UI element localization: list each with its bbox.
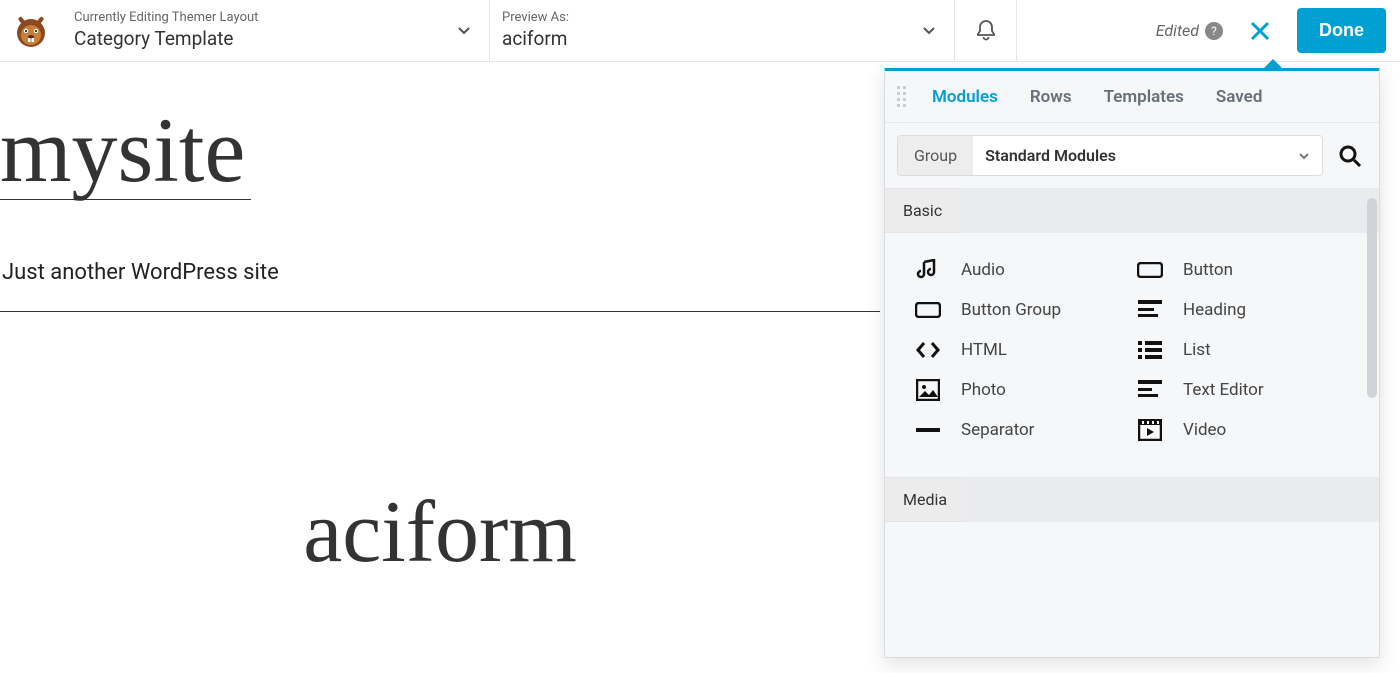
panel-scroll-area: Basic Audio Button Button Group Heading	[885, 188, 1379, 657]
module-label: Video	[1183, 420, 1226, 440]
divider	[0, 311, 880, 312]
module-label: Text Editor	[1183, 380, 1264, 400]
list-icon	[1137, 339, 1163, 361]
notifications-button[interactable]	[955, 0, 1017, 61]
search-button[interactable]	[1333, 139, 1367, 173]
module-button-group[interactable]: Button Group	[915, 299, 1127, 321]
section-header-media[interactable]: Media	[885, 477, 965, 522]
text-editor-icon	[1137, 379, 1163, 401]
audio-icon	[915, 259, 941, 281]
edited-status[interactable]: Edited ?	[1156, 21, 1223, 40]
heading-icon	[1137, 299, 1163, 321]
close-button[interactable]	[1241, 16, 1279, 46]
panel-filter-row: Group Standard Modules	[885, 123, 1379, 188]
module-label: Photo	[961, 380, 1006, 400]
module-list[interactable]: List	[1137, 339, 1349, 361]
module-label: Audio	[961, 260, 1005, 280]
chevron-down-icon	[1298, 150, 1310, 162]
preview-canvas: mysite Just another WordPress site acifo…	[0, 62, 1400, 673]
group-label: Group	[898, 136, 973, 175]
module-label: Button Group	[961, 300, 1061, 320]
module-heading[interactable]: Heading	[1137, 299, 1349, 321]
editing-label: Currently Editing Themer Layout	[74, 10, 258, 27]
module-button[interactable]: Button	[1137, 259, 1349, 281]
status-text: Edited	[1156, 21, 1199, 40]
separator-icon	[915, 419, 941, 441]
site-title[interactable]: mysite	[0, 102, 251, 200]
close-icon	[1249, 20, 1271, 42]
module-video[interactable]: Video	[1137, 419, 1349, 441]
tab-rows[interactable]: Rows	[1016, 79, 1086, 115]
preview-as-selector[interactable]: Preview As: aciform	[490, 0, 955, 61]
button-icon	[1137, 259, 1163, 281]
photo-icon	[915, 379, 941, 401]
category-heading: aciform	[0, 482, 880, 583]
drag-handle-icon[interactable]	[897, 86, 906, 107]
scrollbar-thumb[interactable]	[1367, 198, 1377, 398]
content-panel: Modules Rows Templates Saved Group Stand…	[884, 68, 1380, 658]
module-separator[interactable]: Separator	[915, 419, 1127, 441]
search-icon	[1337, 143, 1363, 169]
layout-name: Category Template	[74, 27, 258, 52]
panel-arrow	[1261, 59, 1285, 71]
logo-block	[0, 0, 62, 61]
video-icon	[1137, 419, 1163, 441]
module-text-editor[interactable]: Text Editor	[1137, 379, 1349, 401]
module-label: Button	[1183, 260, 1233, 280]
chevron-down-icon[interactable]	[451, 18, 477, 44]
module-label: Heading	[1183, 300, 1246, 320]
top-toolbar: Currently Editing Themer Layout Category…	[0, 0, 1400, 62]
group-value: Standard Modules	[973, 136, 1322, 175]
preview-label: Preview As:	[502, 10, 569, 27]
module-photo[interactable]: Photo	[915, 379, 1127, 401]
panel-tabs: Modules Rows Templates Saved	[885, 71, 1379, 123]
layout-selector[interactable]: Currently Editing Themer Layout Category…	[62, 0, 490, 61]
preview-value: aciform	[502, 27, 569, 52]
button-group-icon	[915, 299, 941, 321]
tab-modules[interactable]: Modules	[918, 79, 1012, 115]
module-html[interactable]: HTML	[915, 339, 1127, 361]
module-label: Separator	[961, 420, 1034, 440]
done-button[interactable]: Done	[1297, 8, 1386, 53]
group-selected-text: Standard Modules	[985, 146, 1116, 165]
section-header-basic[interactable]: Basic	[885, 188, 960, 233]
help-icon[interactable]: ?	[1205, 22, 1223, 40]
tab-saved[interactable]: Saved	[1202, 79, 1277, 115]
html-icon	[915, 339, 941, 361]
bell-icon	[975, 19, 997, 43]
module-audio[interactable]: Audio	[915, 259, 1127, 281]
module-grid-basic: Audio Button Button Group Heading HTML	[885, 233, 1379, 477]
chevron-down-icon[interactable]	[916, 18, 942, 44]
tab-templates[interactable]: Templates	[1090, 79, 1198, 115]
module-label: List	[1183, 340, 1211, 360]
beaver-logo-icon	[13, 13, 49, 49]
module-label: HTML	[961, 340, 1007, 360]
group-select[interactable]: Group Standard Modules	[897, 135, 1323, 176]
